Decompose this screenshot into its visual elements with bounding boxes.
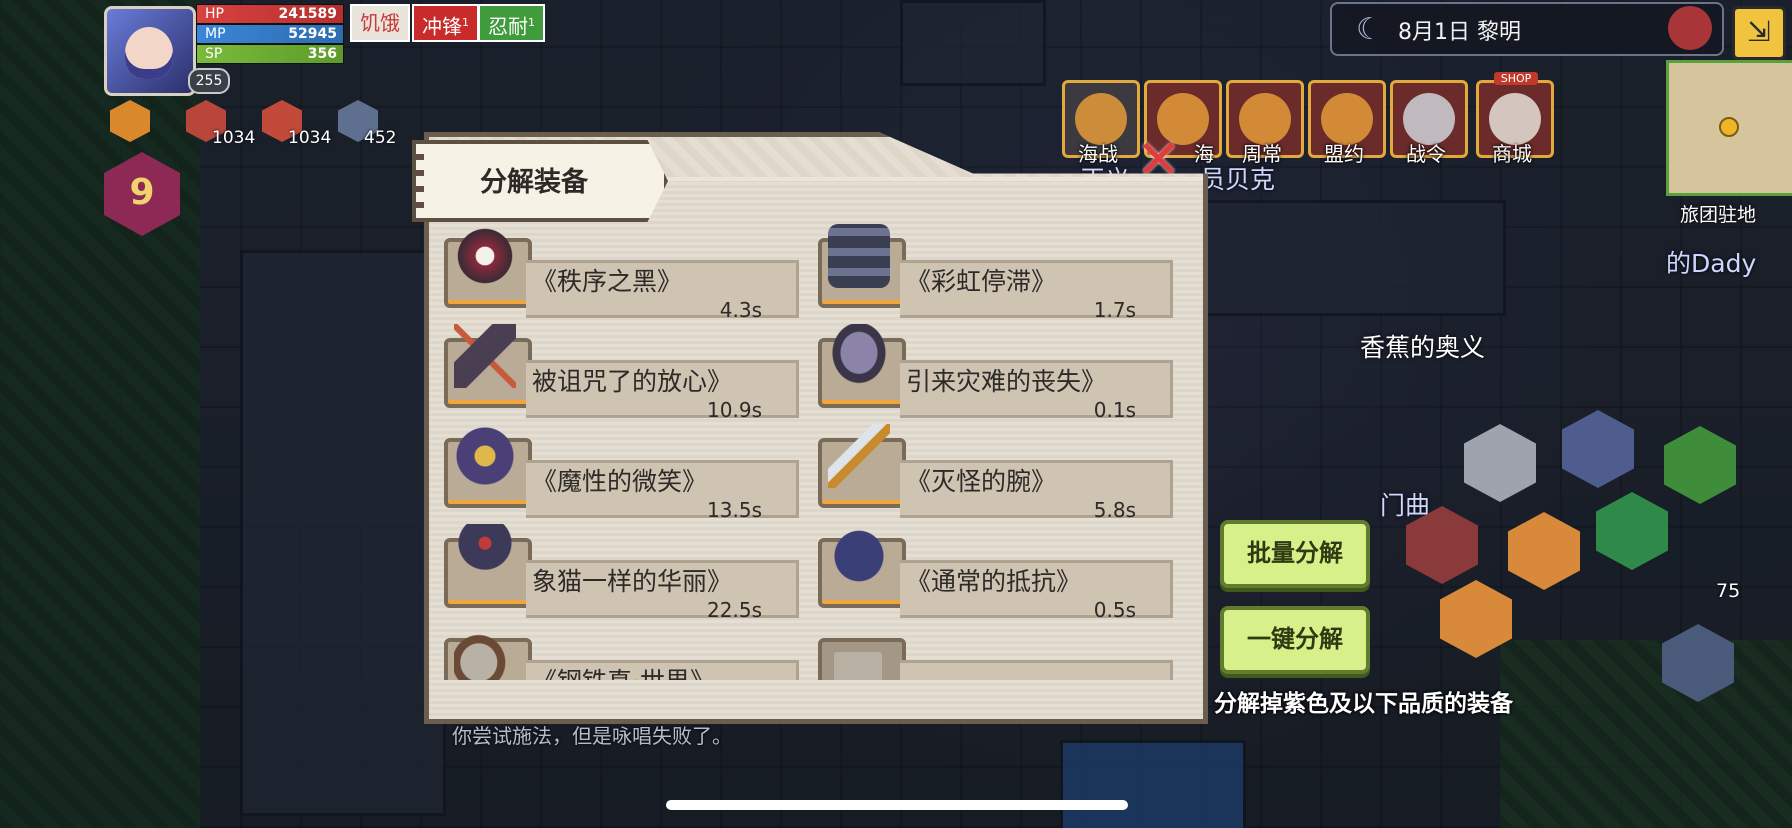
list-item[interactable]: 《彩虹停滞》 1.7s [816,222,1173,322]
status-count: 1 [462,16,469,29]
item-time: 1.7s [1093,298,1136,322]
list-item[interactable]: 《魔性的微笑》 13.5s [442,422,799,522]
status-charge[interactable]: 冲锋1 [412,4,479,42]
buff-value: 452 [364,128,397,148]
list-item[interactable]: 象猫一样的华丽》 22.5s [442,522,799,622]
shop-sign: SHOP [1494,72,1538,85]
hp-value: 241589 [278,6,337,22]
bulk-decompose-button[interactable]: 批量分解 [1220,520,1370,588]
status-label: 忍耐 [488,14,528,39]
list-item[interactable]: 被诅咒了的放心》 10.9s [442,322,799,422]
skill-count: 75 [1716,580,1741,602]
buff-hammer[interactable] [110,100,150,142]
stack-count: 9 [129,172,155,213]
home-indicator[interactable] [666,800,1128,810]
vest-icon [828,524,890,588]
menu-label: 战令 [1406,142,1446,166]
buff-value: 1034 [212,128,256,148]
npc-name: 的Dady [1666,249,1757,278]
mp-bar: MP 52945 [196,24,344,44]
item-time: 0.1s [1093,398,1136,422]
hp-label: HP [205,6,224,22]
mp-value: 52945 [288,26,337,42]
item-time: 13.5s [707,498,762,522]
list-item[interactable]: 《秩序之黑》 4.3s [442,222,799,322]
player-level-badge: 255 [188,68,230,94]
network-icon[interactable] [1668,6,1712,50]
buff-shield[interactable]: 452 [338,100,396,148]
item-name: 《彩虹停滞》 [906,267,1057,296]
item-bar [900,660,1173,680]
player-marker-icon [1719,117,1739,137]
item-name: 象猫一样的华丽》 [532,567,733,596]
gauntlet-icon [828,324,890,388]
mp-label: MP [205,26,226,42]
time-display: ☾ 8月1日 黎明 [1330,2,1724,56]
item-time: 10.9s [707,398,762,422]
item-name: 《通常的抵抗》 [906,567,1082,596]
item-time: 22.5s [707,598,762,622]
item-slot [818,638,906,680]
empty-slot [816,622,1173,680]
npc-name: 香蕉的奥义 [1360,333,1486,362]
exit-button[interactable]: ⇲ [1732,6,1786,60]
armor-icon [454,524,516,588]
buff-hammer-icon [110,100,150,142]
moon-icon: ☾ [1356,12,1383,47]
menu-label: 商城 [1492,142,1532,166]
item-time: 4.3s [719,298,762,322]
minimap-label: 旅团驻地 [1680,204,1757,226]
decompose-caption: 分解掉紫色及以下品质的装备 [1214,691,1513,717]
equipment-list[interactable]: 《秩序之黑》 4.3s 《彩虹停滞》 1.7s 被诅咒了的放心》 10.9s 引… [440,212,1180,680]
status-label: 冲锋 [422,14,462,39]
status-hungry[interactable]: 饥饿 [350,4,410,42]
status-endure[interactable]: 忍耐1 [478,4,545,42]
item-name: 引来灾难的丧失》 [906,367,1107,396]
item-name: 《钢铁真·世界》 [532,662,715,680]
item-name: 《灭怪的腕》 [906,467,1057,496]
list-item[interactable]: 《通常的抵抗》 0.5s [816,522,1173,622]
binder-rings-icon [412,152,424,208]
status-label: 饥饿 [360,11,400,35]
hammer-icon [454,324,516,388]
one-click-decompose-button[interactable]: 一键分解 [1220,606,1370,674]
dialog-title: 分解装备 [480,167,588,198]
sp-value: 356 [307,46,337,62]
status-count: 1 [528,16,535,29]
system-message: 你尝试施法，但是咏唱失败了。 [452,724,732,748]
minimap[interactable] [1666,60,1792,196]
hp-bar: HP 241589 [196,4,344,24]
list-item[interactable]: 《钢铁真·世界》 [442,622,799,680]
sp-label: SP [205,46,223,62]
avatar [125,27,173,79]
item-name: 《魔性的微笑》 [532,467,708,496]
pipes-icon [828,224,890,288]
list-item[interactable]: 引来灾难的丧失》 0.1s [816,322,1173,422]
boots-icon [454,624,516,680]
demon-mask-icon [454,424,516,488]
player-portrait[interactable] [104,6,196,96]
npc-name: 员贝克 [1200,165,1276,194]
buff-value: 1034 [288,128,332,148]
item-name: 被诅咒了的放心》 [532,367,733,396]
list-item[interactable]: 《灭怪的腕》 5.8s [816,422,1173,522]
sp-bar: SP 356 [196,44,344,64]
dark-shield-icon [454,224,516,288]
menu-label: 盟约 [1324,142,1364,166]
buff-run[interactable]: 1034 [262,100,331,148]
dagger-icon [828,424,890,488]
exit-icon: ⇲ [1747,15,1771,48]
item-time: 5.8s [1093,498,1136,522]
item-time: 0.5s [1093,598,1136,622]
item-name: 《秩序之黑》 [532,267,683,296]
buff-attack[interactable]: 1034 [186,100,255,148]
date-text: 8月1日 黎明 [1398,20,1521,45]
